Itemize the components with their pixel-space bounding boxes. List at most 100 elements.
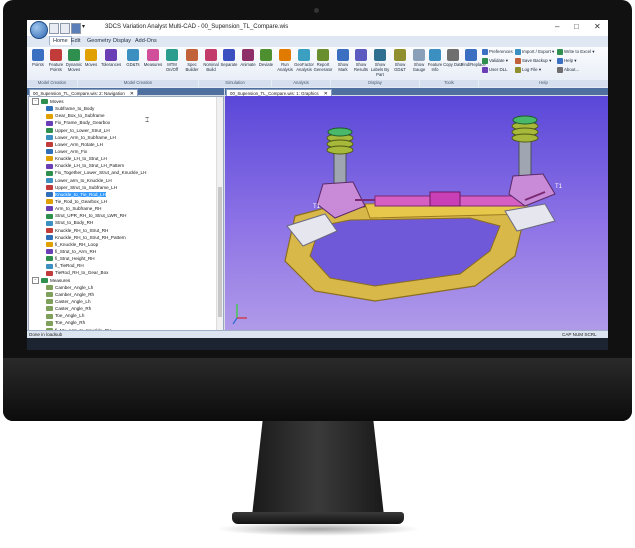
tree-item-move[interactable]: Lower_Arm_Fix: [32, 148, 223, 155]
maximize-button[interactable]: □: [574, 22, 579, 31]
ribbon-button-spec-builder[interactable]: Spec Builder: [182, 49, 202, 72]
tree-item-move[interactable]: Knuckle_RH_to_Strut_RH_Pattern: [32, 234, 223, 241]
move-icon: [46, 177, 53, 183]
tree-group-measures[interactable]: − Measures: [32, 276, 223, 284]
ribbon-button-deviate[interactable]: Deviate: [256, 49, 276, 67]
tree-item-move[interactable]: Knuckle_LH_to_Strut_LH_Pattern: [32, 162, 223, 169]
graphics-viewport[interactable]: T1 T1: [225, 96, 608, 330]
group-label-analysis: Analysis: [272, 80, 330, 87]
tree-item-move[interactable]: Fix_Frame_Body_Gearbox: [32, 119, 223, 126]
ribbon-button-show-mark[interactable]: Show Mark: [333, 49, 353, 72]
tree-item-move[interactable]: Lower_arm_to_Knuckle_LH: [32, 177, 223, 184]
tree-item-measure[interactable]: Toe_Angle_Rh: [32, 319, 223, 326]
menu-display[interactable]: Display: [113, 38, 131, 44]
customize-toolbar-icon[interactable]: ▾: [82, 23, 87, 32]
tree-item-move[interactable]: Knuckle_LH_to_Strut_LH: [32, 155, 223, 162]
minimize-button[interactable]: –: [555, 22, 559, 31]
taskbar: [27, 338, 608, 350]
tree-item-move[interactable]: fi_Strut_Height_RH: [32, 255, 223, 262]
ribbon-button-show-results[interactable]: Show Results: [351, 49, 371, 72]
tree-item-move[interactable]: Lower_Arm_to_Subframe_LH: [32, 134, 223, 141]
gd-ts-icon: [127, 49, 139, 61]
tree-item-move[interactable]: Lower_Arm_Rotate_LH: [32, 141, 223, 148]
preferences-button[interactable]: Preferences: [482, 49, 513, 55]
ribbon-button-animate[interactable]: Animate: [238, 49, 258, 67]
new-file-icon[interactable]: [49, 23, 59, 34]
tree-item-move[interactable]: TieRod_RH_to_Gear_Box: [32, 269, 223, 276]
ribbon-button-mtm-on-off[interactable]: MTM On/Off: [162, 49, 182, 72]
tree-item-label: Gear_Box_to_Subframe: [55, 113, 105, 119]
tree-item-move[interactable]: Strut_UPR_RH_to_Strut_LWR_RH: [32, 212, 223, 219]
group-label-display: Display: [331, 80, 419, 87]
app-logo-icon[interactable]: [30, 21, 48, 39]
tree-item-move[interactable]: fi_Strut_to_Arm_RH: [32, 248, 223, 255]
tree-item-move[interactable]: Knuckle_RH_to_Strut_RH: [32, 227, 223, 234]
user-dll-button[interactable]: User DLL: [482, 67, 508, 73]
tree-group-moves[interactable]: − Moves: [32, 98, 223, 106]
ribbon-button-points[interactable]: Points: [28, 49, 48, 67]
menu-add-ons[interactable]: Add-Ons: [135, 38, 157, 44]
import-export-button[interactable]: Import / Export ▾: [515, 49, 554, 55]
ribbon-button-separate[interactable]: Separate: [219, 49, 239, 67]
tree-item-move[interactable]: fi_TieRod_RH: [32, 262, 223, 269]
window-title: 3DCS Variation Analyst Multi-CAD - 00_Su…: [105, 24, 289, 30]
ribbon-button-measures[interactable]: Measures: [143, 49, 163, 67]
dynamic-moves-icon: [68, 49, 80, 61]
ribbon-button-tolerances[interactable]: Tolerances: [101, 49, 121, 67]
move-icon: [46, 156, 53, 162]
tree-item-move[interactable]: Strut_to_Body_RH: [32, 219, 223, 226]
save-backup-label: Save Backup ▾: [522, 58, 552, 64]
ribbon-button-show-gd-t[interactable]: Show GD&T: [390, 49, 410, 72]
ribbon-button-label: Copy Data: [443, 62, 463, 67]
tree-item-measure[interactable]: Camber_Angle_Lh: [32, 284, 223, 291]
validate-button[interactable]: Validate ▾: [482, 58, 508, 64]
ribbon-button-find-replace[interactable]: Find/Replace: [461, 49, 486, 67]
ribbon-button-gd-ts[interactable]: GD&Ts: [123, 49, 143, 67]
menu-edit[interactable]: Edit: [71, 38, 80, 44]
tree-item-move[interactable]: Fix_Together_Lower_Strut_and_Knuckle_LH: [32, 169, 223, 176]
tree-item-label: Tie_Rod_to_Gearbox_LH: [55, 198, 108, 204]
ribbon-button-feature-points[interactable]: Feature Points: [46, 49, 66, 72]
tree-item-move[interactable]: Tie_Rod_to_Gearbox_LH: [32, 198, 223, 205]
validate-label: Validate ▾: [489, 58, 508, 64]
ribbon-button-moves[interactable]: Moves: [81, 49, 101, 67]
tree-item-move[interactable]: Knuckle_to_Tie_Rod_LH: [32, 191, 223, 198]
menu-geometry[interactable]: Geometry: [87, 38, 111, 44]
tree-item-move[interactable]: Arm_to_Subframe_RH: [32, 205, 223, 212]
tree-item-move[interactable]: Upper_Strut_to_Subframe_LH: [32, 184, 223, 191]
tree-item-move[interactable]: fi_Knuckle_RH_Loop: [32, 241, 223, 248]
close-button[interactable]: ✕: [594, 22, 601, 31]
log-file-button[interactable]: Log File ▾: [515, 67, 541, 73]
ribbon-button-copy-data[interactable]: Copy Data: [443, 49, 463, 67]
group-label-model-creation-2: Model Creation: [78, 80, 198, 87]
ribbon-button-label: Points: [32, 62, 44, 67]
ribbon-button-report-generator[interactable]: Report Generator: [313, 49, 333, 72]
tree-item-measure[interactable]: Caster_Angle_Rh: [32, 305, 223, 312]
help-button[interactable]: Help ▾: [557, 58, 576, 64]
ribbon-button-show-labels-by-part[interactable]: Show Labels By Part: [370, 49, 390, 77]
suspension-3d-model[interactable]: T1 T1: [225, 96, 608, 330]
move-icon: [46, 256, 53, 262]
menu-home[interactable]: Home: [49, 36, 72, 45]
save-backup-button[interactable]: Save Backup ▾: [515, 58, 551, 64]
ribbon-button-geofactor-analysis[interactable]: GeoFactor Analysis: [294, 49, 314, 72]
tree-item-move[interactable]: Subframe_to_Body: [32, 105, 223, 112]
tree-item-label: Knuckle_RH_to_Strut_RH_Pattern: [55, 234, 126, 240]
write-to-excel-button[interactable]: Write to Excel ▾: [557, 49, 594, 55]
tree-item-label: fi_TieRod_RH: [55, 263, 84, 269]
ribbon-button-feature-info[interactable]: Feature Info: [425, 49, 445, 72]
tree-item-measure[interactable]: Caster_Angle_Lh: [32, 298, 223, 305]
tree-item-measure[interactable]: Toe_Angle_Lh: [32, 312, 223, 319]
tree-item-move[interactable]: Upper_to_Lower_Strut_LH: [32, 127, 223, 134]
save-icon[interactable]: [71, 23, 81, 34]
ribbon-button-run-analysis[interactable]: Run Analysis: [275, 49, 295, 72]
ribbon-button-nominal-build[interactable]: Nominal Build: [201, 49, 221, 72]
tree-item-move[interactable]: Gear_Box_to_Subframe: [32, 112, 223, 119]
move-icon: [46, 120, 53, 126]
open-file-icon[interactable]: [60, 23, 70, 34]
scrollbar-thumb[interactable]: [218, 187, 222, 317]
tree-item-measure[interactable]: Camber_Angle_Rh: [32, 291, 223, 298]
vertical-scrollbar[interactable]: [216, 97, 223, 339]
ribbon-button-label: Nominal Build: [203, 62, 219, 72]
about-button[interactable]: About...: [557, 67, 579, 73]
